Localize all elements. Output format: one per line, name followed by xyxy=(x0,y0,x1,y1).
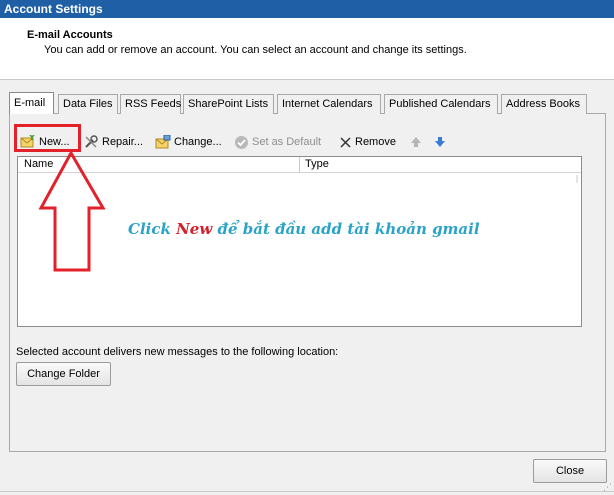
header-subtitle: You can add or remove an account. You ca… xyxy=(44,44,467,56)
remove-button[interactable]: Remove xyxy=(339,133,396,151)
set-as-default-label: Set as Default xyxy=(252,136,322,148)
header-title: E-mail Accounts xyxy=(27,29,113,41)
arrow-up-icon xyxy=(411,137,421,147)
change-button-label: Change... xyxy=(174,136,222,148)
repair-icon xyxy=(85,135,98,148)
repair-button-label: Repair... xyxy=(102,136,143,148)
resize-grip-icon[interactable]: ⋰ xyxy=(603,482,612,493)
tab-data-files[interactable]: Data Files xyxy=(58,94,118,114)
new-button-highlight xyxy=(14,124,81,152)
tab-published-calendars[interactable]: Published Calendars xyxy=(384,94,498,114)
column-header-type[interactable]: Type xyxy=(305,158,329,170)
tab-address-books[interactable]: Address Books xyxy=(501,94,587,114)
tab-email[interactable]: E-mail xyxy=(9,92,54,114)
close-button[interactable]: Close xyxy=(533,459,607,483)
window-titlebar[interactable]: Account Settings xyxy=(0,0,614,18)
annotation-prefix: Click xyxy=(128,220,177,238)
column-divider[interactable] xyxy=(299,157,300,173)
tab-internet-calendars[interactable]: Internet Calendars xyxy=(277,94,381,114)
tutorial-annotation: Click New để bắt đầu add tài khoản gmail xyxy=(128,220,480,238)
move-up-button[interactable] xyxy=(410,133,422,151)
change-button[interactable]: Change... xyxy=(155,133,222,151)
move-down-button[interactable] xyxy=(434,133,446,151)
bottom-divider xyxy=(0,491,614,492)
annotation-emphasis: New xyxy=(176,220,213,238)
scrollbar-thumb[interactable] xyxy=(576,175,578,183)
arrow-down-icon xyxy=(435,137,445,147)
tab-sharepoint-lists[interactable]: SharePoint Lists xyxy=(183,94,274,114)
account-settings-window: Account Settings E-mail Accounts You can… xyxy=(0,0,614,495)
deliver-location-text: Selected account delivers new messages t… xyxy=(16,346,339,358)
annotation-suffix: để bắt đầu add tài khoản gmail xyxy=(212,220,480,238)
repair-button[interactable]: Repair... xyxy=(84,133,143,151)
header-panel: E-mail Accounts You can add or remove an… xyxy=(0,18,614,80)
tab-rss-feeds[interactable]: RSS Feeds xyxy=(120,94,181,114)
red-arrow-annotation xyxy=(38,150,106,272)
set-as-default-button[interactable]: Set as Default xyxy=(234,133,321,151)
remove-x-icon xyxy=(340,136,351,148)
list-scrollbar[interactable] xyxy=(573,157,581,326)
change-folder-button[interactable]: Change Folder xyxy=(16,362,111,386)
checkmark-circle-icon xyxy=(235,135,248,149)
change-icon xyxy=(155,135,171,149)
remove-button-label: Remove xyxy=(355,136,396,148)
